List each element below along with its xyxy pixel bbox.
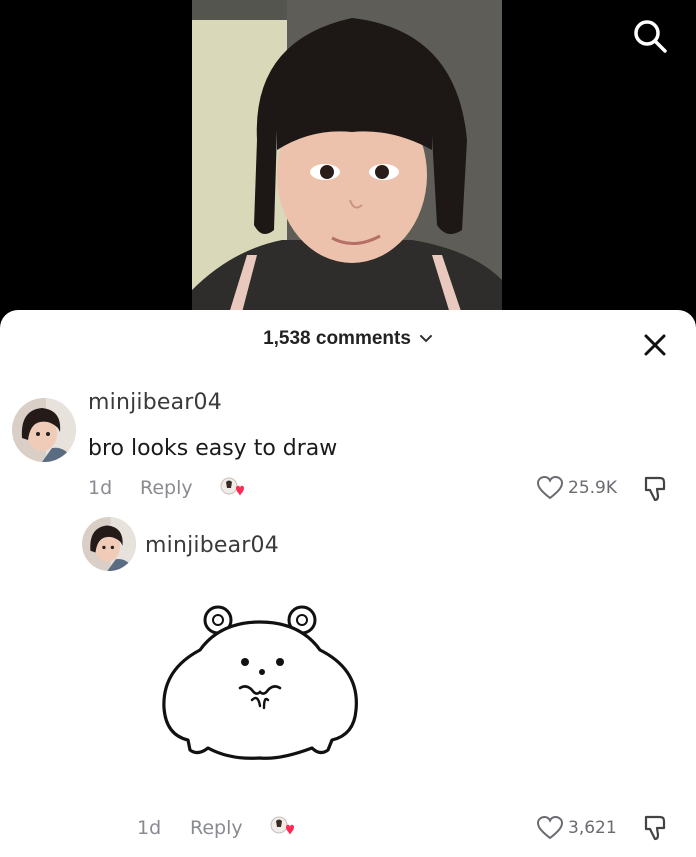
comment-count: 1,538 comments	[263, 328, 411, 349]
avatar-image	[82, 517, 136, 571]
video-player[interactable]	[0, 0, 696, 330]
heart-icon	[536, 815, 564, 840]
avatar[interactable]	[82, 517, 136, 571]
search-button[interactable]	[628, 14, 672, 58]
reply-button[interactable]: Reply	[190, 817, 243, 839]
chevron-down-icon	[419, 335, 432, 343]
avatar[interactable]	[12, 398, 76, 462]
hamster-sticker	[160, 600, 360, 780]
comment-username[interactable]: minjibear04	[88, 390, 222, 415]
comment-time: 1d	[88, 477, 113, 499]
creator-liked-icon	[218, 474, 248, 504]
search-icon	[634, 20, 667, 53]
like-button[interactable]: 3,621	[536, 815, 617, 841]
reply-button[interactable]: Reply	[140, 477, 193, 499]
like-count: 25.9K	[568, 478, 617, 498]
dislike-button[interactable]	[640, 813, 670, 843]
avatar-image	[12, 398, 76, 462]
like-button[interactable]: 25.9K	[536, 475, 617, 501]
dislike-button[interactable]	[640, 474, 670, 504]
comment-username[interactable]: minjibear04	[145, 533, 279, 558]
like-count: 3,621	[568, 818, 617, 838]
video-frame	[192, 0, 502, 320]
comments-header: 1,538 comments	[0, 328, 696, 358]
video-thumbnail	[192, 0, 502, 320]
comment-count-toggle[interactable]: 1,538 comments	[263, 328, 433, 350]
comment-text: bro looks easy to draw	[88, 436, 338, 461]
heart-icon	[536, 475, 564, 500]
close-button[interactable]	[638, 328, 672, 362]
dislike-icon	[644, 476, 666, 502]
creator-liked-icon	[268, 813, 298, 843]
comment-time: 1d	[137, 817, 162, 839]
dislike-icon	[644, 815, 666, 841]
close-icon	[644, 334, 666, 356]
